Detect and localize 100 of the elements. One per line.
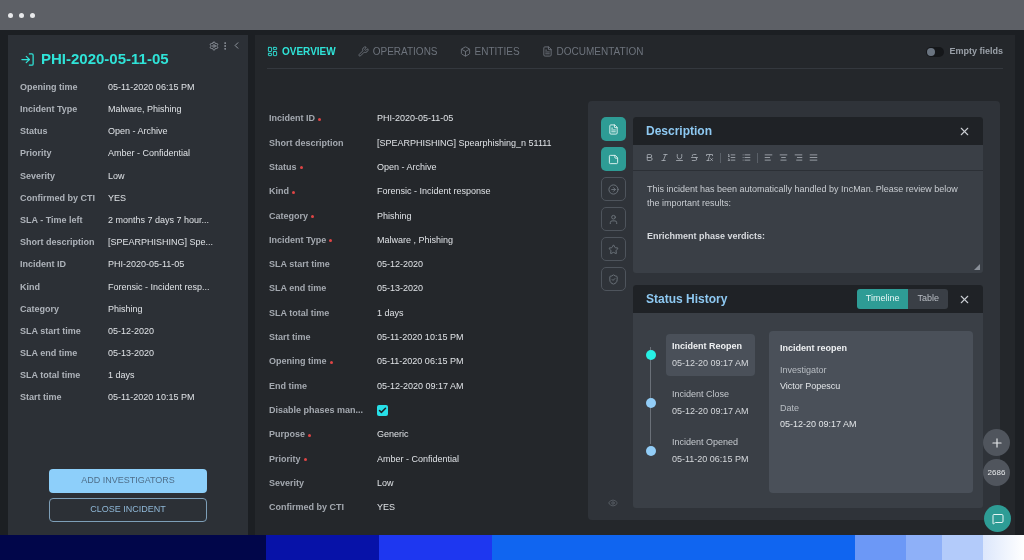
panel-title: Description: [646, 123, 712, 140]
field-label: Opening time: [20, 80, 79, 94]
document-icon: [608, 123, 619, 135]
wrench-icon: [357, 46, 369, 57]
checkbox[interactable]: [377, 405, 388, 417]
panel-toggle[interactable]: [601, 207, 626, 231]
field-label: Incident Type: [269, 233, 327, 247]
tab[interactable]: DOCUMENTATION: [541, 44, 644, 59]
field-value: 05-11-2020 10:15 PM: [108, 391, 195, 405]
arrow-circle-icon: [608, 183, 619, 195]
field-value: Malware, Phishing: [108, 103, 182, 117]
field-value: 2 months 7 days 7 hour...: [108, 213, 210, 227]
field-value: [SPEARPHISHING] Spearphishing_n 51111: [377, 136, 552, 150]
timeline-event[interactable]: Incident Close 05-12-20 09:17 AM: [666, 382, 755, 424]
field-value: Generic: [377, 428, 409, 442]
field-label: Category: [269, 209, 308, 223]
field-label: SLA - Time left: [20, 213, 84, 227]
align-center-icon[interactable]: [779, 153, 788, 162]
align-justify-icon[interactable]: [809, 153, 818, 162]
field-label: End time: [269, 379, 307, 393]
numbered-list-icon[interactable]: [727, 153, 736, 162]
field-label: Status: [20, 125, 49, 139]
panel-toggle[interactable]: [601, 147, 626, 171]
clear-format-icon[interactable]: [705, 153, 714, 162]
timeline-event[interactable]: Incident Reopen 05-12-20 09:17 AM: [666, 334, 755, 376]
field-label: Purpose: [269, 428, 305, 442]
strikethrough-icon[interactable]: [690, 153, 699, 162]
field-value: 05-12-2020: [108, 324, 155, 338]
field-value: [SPEARPHISHING] Spe...: [108, 236, 214, 250]
underline-icon[interactable]: [675, 153, 684, 162]
field-label: SLA start time: [20, 324, 82, 338]
required-mark-icon: [329, 239, 333, 243]
required-mark-icon: [329, 360, 333, 364]
incident-title: PHI-2020-05-11-05: [41, 49, 169, 69]
tab[interactable]: ENTITIES: [459, 44, 520, 59]
field-label: Incident Type: [20, 103, 79, 117]
field-value: 05-13-2020: [377, 282, 424, 296]
chat-button[interactable]: [984, 505, 1011, 532]
field-value: Amber - Confidential: [108, 147, 191, 161]
detail-label: Investigator: [780, 363, 828, 377]
field-value: PHI-2020-05-11-05: [377, 112, 454, 126]
required-mark-icon: [292, 190, 295, 194]
view-tab[interactable]: Table: [908, 289, 948, 309]
field-label: SLA end time: [269, 282, 327, 296]
toggle-label: Empty fields: [949, 44, 1003, 58]
field-value: YES: [108, 191, 126, 205]
view-tab[interactable]: Timeline: [856, 289, 909, 309]
note-icon: [608, 153, 619, 165]
tab[interactable]: OPERATIONS: [357, 44, 438, 59]
panel-toggle[interactable]: [601, 267, 626, 291]
panel-toggle[interactable]: [601, 237, 626, 261]
field-value: 05-12-2020: [377, 258, 424, 272]
field-value: 05-11-2020 06:15 PM: [108, 80, 195, 94]
chat-icon: [991, 512, 1004, 525]
field-label: Kind: [269, 185, 289, 199]
field-value: 05-11-2020 10:15 PM: [377, 331, 464, 345]
field-label: Confirmed by CTI: [269, 501, 344, 515]
italic-icon[interactable]: [660, 153, 669, 162]
panel-toggle[interactable]: [601, 117, 626, 141]
field-value: Low: [108, 169, 125, 183]
field-value: Forensic - Incident response: [377, 185, 491, 199]
field-value: 05-12-2020 09:17 AM: [377, 379, 464, 393]
resize-handle-icon[interactable]: [974, 264, 980, 270]
panel-title: Status History: [646, 291, 728, 308]
field-value: 05-11-2020 06:15 PM: [377, 355, 464, 369]
cube-icon: [459, 46, 471, 57]
user-icon: [608, 213, 619, 225]
settings-icon[interactable]: [209, 40, 219, 51]
field-label: Short description: [269, 136, 344, 150]
detail-value: Victor Popescu: [780, 380, 842, 393]
shield-icon: [608, 273, 619, 285]
star-icon: [608, 243, 619, 255]
field-label: Kind: [20, 280, 41, 294]
field-value: 05-13-2020: [108, 347, 155, 361]
field-label: Start time: [269, 331, 311, 345]
field-value: Low: [377, 476, 394, 490]
add-button[interactable]: [983, 429, 1010, 456]
field-label: SLA total time: [269, 306, 330, 320]
count-badge: 2686: [983, 459, 1010, 486]
panel-toggle[interactable]: [601, 177, 626, 201]
description-text: This incident has been automatically handled by IncMan. Please review below the important results:: [647, 183, 959, 210]
detail-label: Date: [780, 401, 800, 415]
tab[interactable]: OVERVIEW: [267, 44, 336, 59]
field-value: Forensic - Incident resp...: [108, 280, 210, 294]
field-label: SLA start time: [269, 258, 330, 272]
bold-icon[interactable]: [645, 153, 654, 162]
timeline-event[interactable]: Incident Opened 05-11-20 06:15 PM: [666, 430, 755, 472]
align-right-icon[interactable]: [794, 153, 803, 162]
field-value: Open - Archive: [377, 161, 437, 174]
bullet-list-icon[interactable]: [742, 153, 751, 162]
plus-icon: [989, 435, 1004, 450]
add-investigators-button[interactable]: ADD INVESTIGATORS: [49, 469, 207, 493]
align-left-icon[interactable]: [764, 153, 773, 162]
field-label: Short description: [20, 236, 96, 250]
toggle-switch[interactable]: [926, 46, 945, 57]
close-incident-button[interactable]: CLOSE INCIDENT: [49, 498, 207, 522]
field-label: Priority: [269, 452, 301, 466]
field-label: Category: [20, 302, 60, 316]
field-value: 1 days: [377, 306, 404, 320]
field-label: Incident ID: [20, 258, 67, 272]
